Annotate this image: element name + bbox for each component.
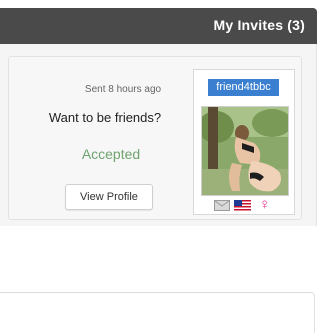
- invite-status: Accepted: [81, 146, 141, 162]
- view-profile-button[interactable]: View Profile: [65, 184, 153, 210]
- invite-card: Sent 8 hours ago Want to be friends? Acc…: [8, 56, 302, 220]
- invites-header: My Invites (3): [0, 8, 317, 44]
- sent-time: Sent 8 hours ago: [84, 84, 162, 95]
- profile-photo[interactable]: [201, 106, 289, 196]
- invite-message: Want to be friends?: [48, 110, 162, 125]
- username-link[interactable]: friend4tbbc: [208, 79, 279, 96]
- next-section-panel: [0, 292, 315, 333]
- invites-panel: Sent 8 hours ago Want to be friends? Acc…: [0, 44, 317, 226]
- us-flag-icon: [234, 199, 251, 211]
- female-gender-icon: ♀: [259, 196, 271, 213]
- header-title: My Invites (3): [213, 17, 305, 33]
- profile-icons: ♀: [214, 196, 288, 213]
- mail-icon[interactable]: [214, 199, 230, 211]
- profile-box: friend4tbbc ♀: [193, 69, 295, 215]
